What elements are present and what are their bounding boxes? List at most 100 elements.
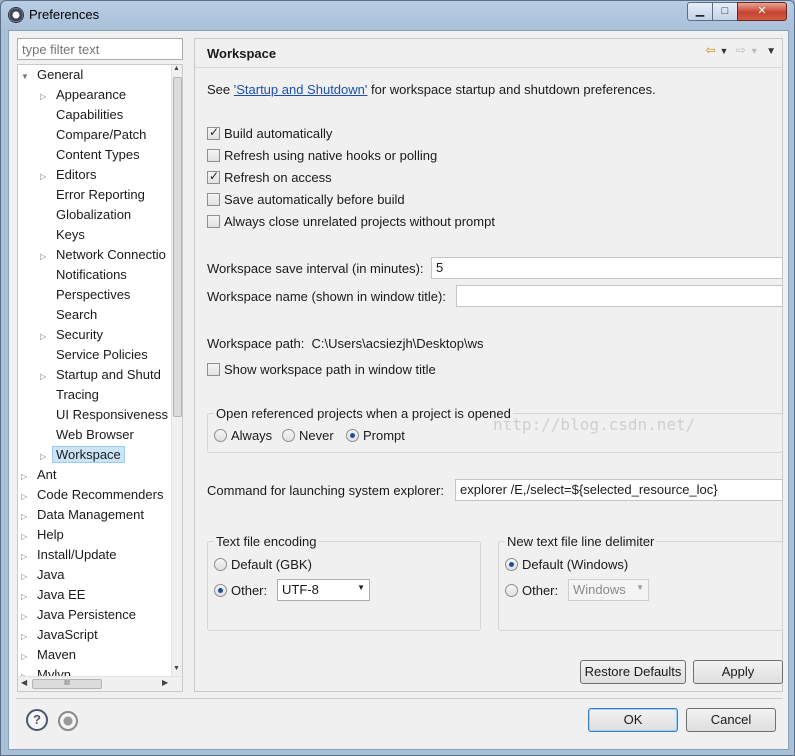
refresh-on-access-checkbox[interactable] — [207, 169, 220, 184]
collapsed-arrow-icon[interactable]: ▷ — [21, 527, 31, 547]
tree-item[interactable]: Tracing — [40, 385, 99, 405]
build-automatically-checkbox[interactable] — [207, 125, 220, 140]
ok-button[interactable]: OK — [588, 708, 678, 732]
chevron-down-icon: ▼ — [357, 583, 365, 592]
forward-menu-icon[interactable]: ▼ — [750, 46, 759, 56]
workspace-path-caption: Workspace path: — [207, 336, 305, 351]
tree-item[interactable]: ▷ Workspace — [40, 445, 125, 465]
tree-item-label: General — [37, 67, 84, 82]
tree-item[interactable]: ▼ General — [21, 65, 83, 85]
tree-item[interactable]: Capabilities — [40, 105, 123, 125]
collapsed-arrow-icon[interactable]: ▷ — [40, 447, 50, 467]
tree-item[interactable]: Perspectives — [40, 285, 130, 305]
workspace-name-input[interactable] — [456, 285, 783, 307]
delimiter-select[interactable]: Windows ▼ — [568, 579, 649, 601]
collapsed-arrow-icon[interactable]: ▷ — [21, 547, 31, 567]
tree-item[interactable]: Content Types — [40, 145, 140, 165]
collapsed-arrow-icon[interactable]: ▷ — [21, 507, 31, 527]
tree-scroll-thumb[interactable] — [173, 77, 182, 417]
tree-item[interactable]: Notifications — [40, 265, 127, 285]
show-path-checkbox[interactable] — [207, 363, 220, 376]
tree-item[interactable]: Search — [40, 305, 97, 325]
explorer-command-input[interactable]: explorer /E,/select=${selected_resource_… — [455, 479, 783, 501]
tree-item[interactable]: Web Browser — [40, 425, 134, 445]
panel-sash[interactable] — [187, 38, 193, 692]
workspace-path-label: Workspace path: C:\Users\acsiezjh\Deskto… — [207, 336, 484, 351]
tree-horizontal-scrollbar[interactable]: ◀ III ▶ — [18, 676, 182, 691]
collapsed-arrow-icon[interactable]: ▷ — [21, 467, 31, 487]
tree-item[interactable]: ▷ Help — [21, 525, 64, 545]
tree-item[interactable]: ▷ Install/Update — [21, 545, 117, 565]
footer-separator — [16, 698, 783, 699]
tree-item[interactable]: ▷ Java Persistence — [21, 605, 136, 625]
minimize-button[interactable]: ▁ — [687, 2, 713, 21]
collapsed-arrow-icon[interactable]: ▷ — [40, 247, 50, 267]
restore-defaults-button[interactable]: Restore Defaults — [580, 660, 686, 684]
back-arrow-icon[interactable]: ⇦ — [705, 43, 715, 57]
tree-item[interactable]: Compare/Patch — [40, 125, 146, 145]
collapsed-arrow-icon[interactable]: ▷ — [21, 587, 31, 607]
startup-shutdown-link[interactable]: 'Startup and Shutdown' — [234, 82, 368, 97]
tree-item-label: UI Responsiveness — [56, 407, 168, 422]
tree-item[interactable]: ▷ Maven — [21, 645, 76, 665]
forward-arrow-icon[interactable]: ⇨ — [736, 43, 746, 57]
tree-item[interactable]: Service Policies — [40, 345, 148, 365]
collapsed-arrow-icon[interactable]: ▷ — [40, 367, 50, 387]
prompt-radio[interactable] — [346, 429, 359, 442]
always-radio[interactable] — [214, 429, 227, 442]
tree-item[interactable]: Globalization — [40, 205, 131, 225]
collapsed-arrow-icon[interactable]: ▷ — [21, 647, 31, 667]
tree-item[interactable]: ▷ Network Connectio — [40, 245, 166, 265]
cancel-button[interactable]: Cancel — [686, 708, 776, 732]
collapsed-arrow-icon[interactable]: ▷ — [40, 87, 50, 107]
collapsed-arrow-icon[interactable]: ▷ — [21, 607, 31, 627]
title-bar[interactable]: Preferences ▁ □ ✕ — [1, 1, 794, 29]
scroll-down-arrow-icon[interactable]: ▼ — [173, 665, 180, 672]
view-menu-icon[interactable]: ▼ — [766, 46, 776, 57]
tree-item[interactable]: Error Reporting — [40, 185, 145, 205]
tree-item[interactable]: Keys — [40, 225, 85, 245]
collapsed-arrow-icon[interactable]: ▷ — [40, 167, 50, 187]
tree-item[interactable]: ▷ JavaScript — [21, 625, 98, 645]
collapsed-arrow-icon[interactable]: ▷ — [21, 567, 31, 587]
collapsed-arrow-icon[interactable]: ▷ — [21, 487, 31, 507]
tree-item[interactable]: ▷ Java — [21, 565, 64, 585]
close-unrelated-checkbox[interactable] — [207, 215, 220, 228]
back-menu-icon[interactable]: ▼ — [720, 46, 729, 56]
apply-button[interactable]: Apply — [693, 660, 783, 684]
refresh-native-label: Refresh using native hooks or polling — [224, 148, 438, 163]
collapsed-arrow-icon[interactable]: ▷ — [21, 627, 31, 647]
save-before-build-checkbox[interactable] — [207, 193, 220, 206]
record-icon[interactable] — [58, 711, 78, 731]
tree-vertical-scrollbar[interactable]: ▲ ▼ — [171, 65, 182, 677]
tree-item[interactable]: ▷ Editors — [40, 165, 96, 185]
scroll-right-arrow-icon[interactable]: ▶ — [162, 678, 168, 687]
tree-item[interactable]: ▷ Code Recommenders — [21, 485, 163, 505]
tree-item[interactable]: ▷ Appearance — [40, 85, 126, 105]
tree-item-label: Ant — [37, 467, 57, 482]
delimiter-other-radio[interactable] — [505, 584, 518, 597]
encoding-other-radio[interactable] — [214, 584, 227, 597]
close-button[interactable]: ✕ — [737, 2, 787, 21]
filter-input[interactable] — [17, 38, 183, 60]
scroll-up-arrow-icon[interactable]: ▲ — [173, 65, 180, 72]
save-before-build-label: Save automatically before build — [224, 192, 405, 207]
collapsed-arrow-icon[interactable]: ▷ — [40, 327, 50, 347]
tree-hscroll-thumb[interactable]: III — [32, 679, 102, 689]
expanded-arrow-icon[interactable]: ▼ — [21, 67, 31, 87]
save-interval-input[interactable]: 5 — [431, 257, 783, 279]
scroll-left-arrow-icon[interactable]: ◀ — [21, 678, 27, 687]
tree-item[interactable]: ▷ Startup and Shutd — [40, 365, 161, 385]
help-icon[interactable]: ? — [26, 709, 48, 731]
encoding-select[interactable]: UTF-8 ▼ — [277, 579, 370, 601]
delimiter-default-radio[interactable] — [505, 558, 518, 571]
tree-item[interactable]: ▷ Data Management — [21, 505, 144, 525]
never-radio[interactable] — [282, 429, 295, 442]
maximize-button[interactable]: □ — [712, 2, 738, 21]
tree-item[interactable]: ▷ Security — [40, 325, 103, 345]
tree-item[interactable]: ▷ Java EE — [21, 585, 85, 605]
tree-item[interactable]: UI Responsiveness — [40, 405, 168, 425]
encoding-default-radio[interactable] — [214, 558, 227, 571]
tree-item[interactable]: ▷ Ant — [21, 465, 57, 485]
refresh-native-checkbox[interactable] — [207, 149, 220, 162]
